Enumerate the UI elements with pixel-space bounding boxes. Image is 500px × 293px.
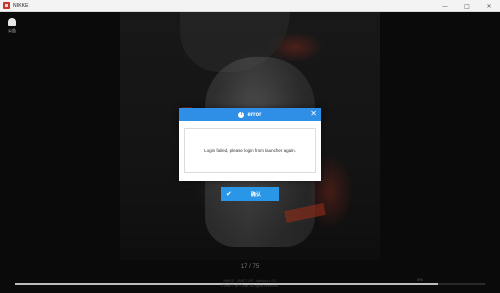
window-title: NIKKE bbox=[13, 2, 29, 9]
maximize-button[interactable]: □ bbox=[456, 0, 478, 12]
dialog-body: Login failed, please login from launcher… bbox=[184, 128, 316, 173]
confirm-button[interactable]: ✔ 确认 bbox=[221, 187, 279, 201]
app-icon bbox=[3, 2, 10, 9]
info-icon: i bbox=[238, 111, 245, 118]
window-controls: — □ ✕ bbox=[434, 0, 500, 12]
dialog-header: i error ✕ bbox=[179, 108, 321, 121]
notice-label: 公告 bbox=[8, 28, 16, 33]
check-icon: ✔ bbox=[226, 190, 232, 198]
close-icon[interactable]: ✕ bbox=[310, 110, 317, 118]
minimize-button[interactable]: — bbox=[434, 0, 456, 12]
dialog-title: error bbox=[247, 111, 262, 118]
title-bar: NIKKE — □ ✕ bbox=[0, 0, 500, 12]
close-window-button[interactable]: ✕ bbox=[478, 0, 500, 12]
version-text: NIKKE · SHIFT UP · Version 1.0.0 bbox=[223, 279, 277, 283]
confirm-button-label: 确认 bbox=[250, 191, 261, 198]
notice-button[interactable]: 公告 bbox=[6, 18, 18, 34]
error-dialog: i error ✕ Login failed, please login fro… bbox=[179, 108, 321, 181]
dialog-message: Login failed, please login from launcher… bbox=[204, 148, 296, 153]
progress-text: 17 / 75 bbox=[240, 264, 260, 270]
copyright-text: ©SHIFT UP Corp. All rights reserved. bbox=[221, 284, 279, 288]
bell-icon bbox=[8, 18, 16, 26]
